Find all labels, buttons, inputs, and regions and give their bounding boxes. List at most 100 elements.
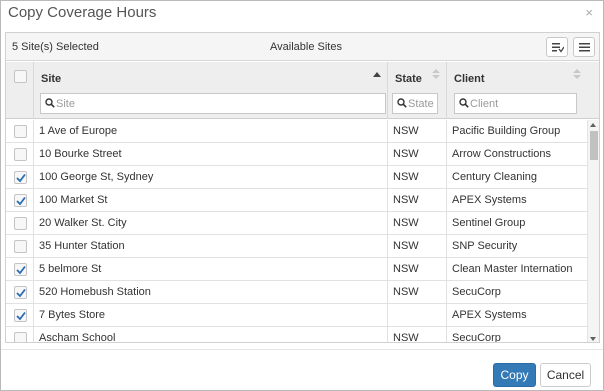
checkmark-icon [16, 265, 26, 275]
state-filter-input[interactable] [408, 96, 438, 111]
row-checkbox[interactable] [14, 217, 27, 230]
table-row[interactable]: 7 Bytes Store APEX Systems [6, 304, 587, 327]
close-icon[interactable]: × [585, 6, 593, 20]
copy-coverage-hours-dialog: Copy Coverage Hours × 5 Site(s) Selected… [0, 0, 604, 391]
search-icon [45, 98, 55, 108]
row-checkbox[interactable] [14, 171, 27, 184]
site-cell: 100 George St, Sydney [34, 166, 388, 189]
table-row[interactable]: 100 George St, Sydney NSW Century Cleaning [6, 166, 587, 189]
scroll-thumb[interactable] [590, 131, 598, 160]
site-filter[interactable] [40, 93, 386, 114]
client-column-header[interactable]: Client [447, 62, 587, 119]
grid-scrollbar[interactable] [587, 120, 599, 342]
site-cell-text: 7 Bytes Store [39, 309, 106, 321]
row-select-cell [6, 235, 34, 258]
row-checkbox[interactable] [14, 240, 27, 253]
row-checkbox[interactable] [14, 263, 27, 276]
client-cell: SecuCorp [447, 327, 587, 343]
table-row[interactable]: 5 belmore St NSW Clean Master Internation [6, 258, 587, 281]
table-row[interactable]: 1 Ave of Europe NSW Pacific Building Group [6, 120, 587, 143]
row-checkbox[interactable] [14, 194, 27, 207]
row-select-cell [6, 189, 34, 212]
client-cell: Sentinel Group [447, 212, 587, 235]
site-cell-text: 10 Bourke Street [39, 148, 122, 160]
dialog-title: Copy Coverage Hours [8, 4, 157, 21]
client-filter-input[interactable] [470, 96, 570, 111]
state-cell-text: NSW [393, 332, 419, 343]
search-icon [397, 98, 407, 108]
client-cell-text: Clean Master Internation [452, 263, 573, 275]
sort-icon[interactable] [432, 69, 440, 81]
state-cell: NSW [388, 120, 447, 143]
client-cell-text: APEX Systems [452, 309, 527, 321]
row-checkbox[interactable] [14, 309, 27, 322]
row-checkbox[interactable] [14, 286, 27, 299]
client-column-label: Client [454, 73, 485, 85]
site-cell: 7 Bytes Store [34, 304, 388, 327]
client-cell: Pacific Building Group [447, 120, 587, 143]
row-checkbox[interactable] [14, 125, 27, 138]
client-cell: APEX Systems [447, 189, 587, 212]
site-cell: 35 Hunter Station [34, 235, 388, 258]
table-row[interactable]: 10 Bourke Street NSW Arrow Constructions [6, 143, 587, 166]
scroll-up-icon[interactable] [590, 123, 596, 127]
row-checkbox[interactable] [14, 332, 27, 342]
state-cell: NSW [388, 189, 447, 212]
checkmark-icon [16, 288, 26, 298]
client-cell-text: SecuCorp [452, 332, 501, 343]
table-row[interactable]: Ascham School NSW SecuCorp [6, 327, 587, 343]
table-row[interactable]: 520 Homebush Station NSW SecuCorp [6, 281, 587, 304]
state-cell-text: NSW [393, 125, 419, 137]
site-filter-input[interactable] [56, 96, 376, 111]
checkmark-icon [16, 311, 26, 321]
site-cell-text: Ascham School [39, 332, 116, 343]
state-cell: NSW [388, 281, 447, 304]
row-select-cell [6, 143, 34, 166]
client-cell: SNP Security [447, 235, 587, 258]
site-cell-text: 35 Hunter Station [39, 240, 125, 252]
footer-divider [1, 349, 603, 350]
grid-header: Site State [6, 62, 599, 119]
site-cell-text: 5 belmore St [39, 263, 102, 275]
client-cell: SecuCorp [447, 281, 587, 304]
site-cell: 520 Homebush Station [34, 281, 388, 304]
table-row[interactable]: 20 Walker St. City NSW Sentinel Group [6, 212, 587, 235]
row-checkbox[interactable] [14, 148, 27, 161]
state-cell-text: NSW [393, 171, 419, 183]
site-cell-text: 520 Homebush Station [39, 286, 151, 298]
site-cell: 10 Bourke Street [34, 143, 388, 166]
client-cell: Arrow Constructions [447, 143, 587, 166]
state-cell: NSW [388, 327, 447, 343]
client-filter[interactable] [454, 93, 577, 114]
site-column-label: Site [41, 73, 62, 85]
state-column-header[interactable]: State [388, 62, 447, 119]
site-cell-text: 100 George St, Sydney [39, 171, 154, 183]
state-cell-text: NSW [393, 217, 419, 229]
row-select-cell [6, 258, 34, 281]
select-all-checkbox[interactable] [14, 70, 27, 83]
state-cell-text: NSW [393, 240, 419, 252]
row-select-cell [6, 281, 34, 304]
table-row[interactable]: 35 Hunter Station NSW SNP Security [6, 235, 587, 258]
site-cell: Ascham School [34, 327, 388, 343]
state-cell-text: NSW [393, 194, 419, 206]
scroll-down-icon[interactable] [590, 337, 596, 341]
menu-list-icon [579, 43, 590, 52]
state-filter[interactable] [392, 93, 438, 114]
site-cell: 100 Market St [34, 189, 388, 212]
checkmark-icon [16, 173, 26, 183]
sort-icon[interactable] [573, 69, 581, 81]
selected-count: 5 Site(s) Selected [12, 41, 99, 53]
cancel-button[interactable]: Cancel [540, 363, 591, 387]
table-row[interactable]: 100 Market St NSW APEX Systems [6, 189, 587, 212]
copy-button[interactable]: Copy [493, 363, 536, 387]
state-cell: NSW [388, 143, 447, 166]
client-cell: Clean Master Internation [447, 258, 587, 281]
client-cell-text: Century Cleaning [452, 171, 537, 183]
sort-list-button[interactable] [546, 37, 568, 57]
client-cell: Century Cleaning [447, 166, 587, 189]
menu-list-button[interactable] [573, 37, 595, 57]
sort-ascending-icon[interactable] [373, 72, 381, 77]
client-cell-text: Arrow Constructions [452, 148, 552, 160]
site-column-header[interactable]: Site [34, 62, 388, 119]
